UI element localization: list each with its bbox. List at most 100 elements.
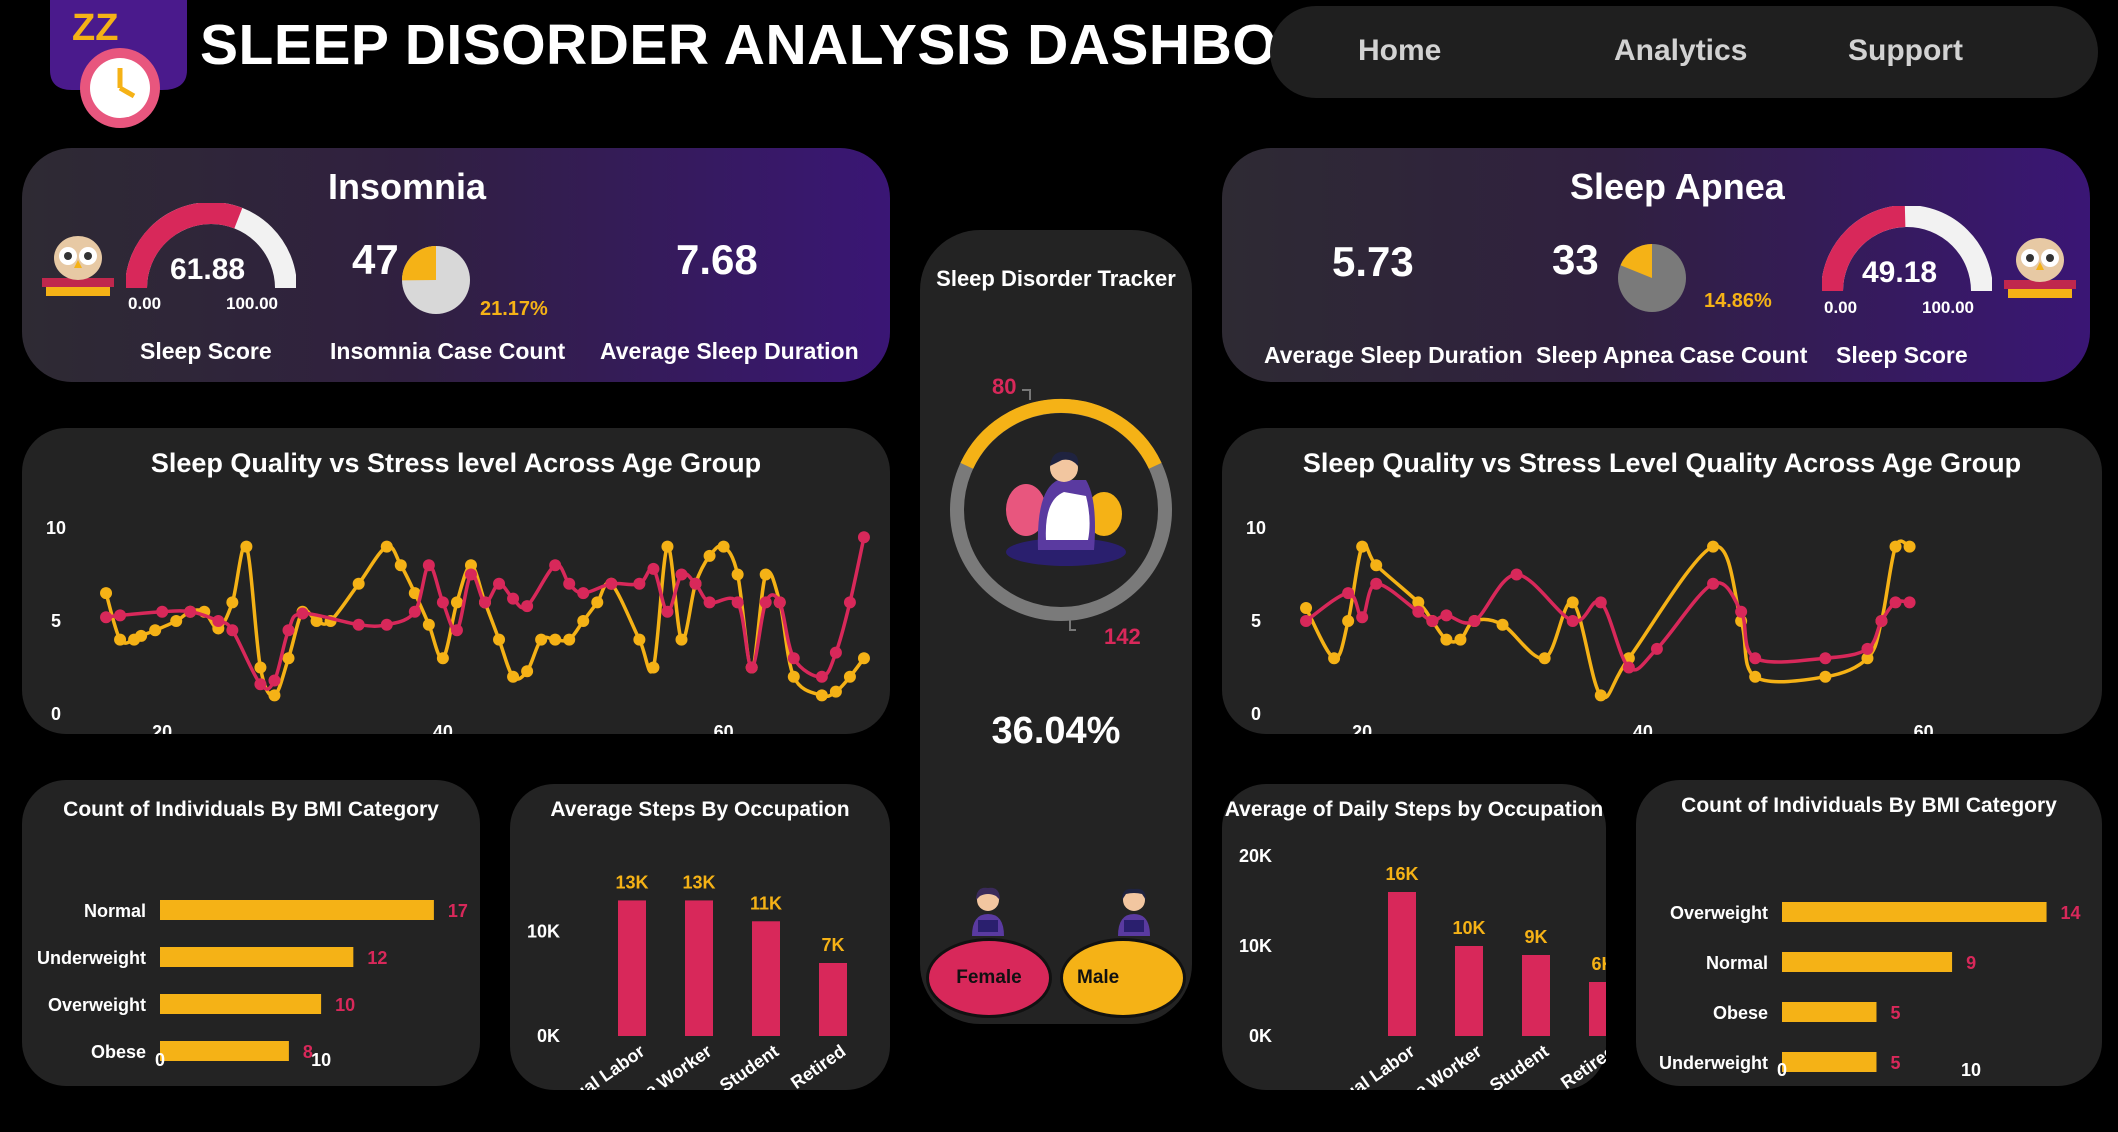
data-point [1468, 615, 1481, 627]
data-point [254, 661, 267, 674]
insomnia-case-pie [401, 246, 470, 314]
data-point [1370, 559, 1383, 572]
data-label: 16K [1385, 864, 1418, 884]
data-point [717, 540, 730, 553]
data-point [114, 633, 127, 646]
data-point [563, 633, 576, 646]
data-point [1566, 615, 1579, 627]
data-point [759, 596, 772, 609]
data-point [535, 633, 548, 646]
data-point [577, 587, 590, 600]
steps-right-title: Average of Daily Steps by Occupation [1224, 798, 1604, 821]
data-point [521, 600, 534, 613]
bar [160, 947, 354, 967]
x-tick-label: 40 [433, 722, 453, 734]
data-point [1594, 596, 1607, 609]
category-label: Student [716, 1041, 782, 1090]
data-point [633, 633, 646, 646]
category-label: Student [1486, 1041, 1552, 1090]
data-point [1707, 577, 1720, 590]
bar [1782, 952, 1953, 972]
data-point [156, 605, 169, 618]
x-tick-label: 20 [152, 722, 172, 734]
category-label: Obese [91, 1042, 146, 1062]
category-label: Normal [1706, 953, 1768, 973]
data-point [507, 670, 520, 683]
bmi-right-title: Count of Individuals By BMI Category [1681, 794, 2057, 817]
data-label: 6K [1591, 954, 1606, 974]
data-point [114, 609, 127, 622]
logo-z-text: ZZ [72, 7, 118, 49]
insomnia-card: Insomnia 61.88 0.00 100.00 Sleep Score 4… [22, 148, 890, 382]
data-point [549, 633, 562, 646]
female-filter-button[interactable]: Female [926, 938, 1052, 1018]
bar [819, 963, 847, 1036]
bmi-right-chart: Overweight 14 Normal 9 Obese 5 Underweight 5 0 10 [1659, 902, 2081, 1080]
nav-analytics[interactable]: Analytics [1614, 34, 1747, 68]
data-point [1875, 615, 1888, 627]
insomnia-case-count-label: Insomnia Case Count [330, 338, 566, 364]
data-point [436, 596, 449, 609]
x-tick-label: 0 [155, 1050, 165, 1070]
tired-person-icon [1006, 451, 1126, 566]
data-point [352, 618, 365, 631]
insomnia-sleep-score: 61.88 [170, 253, 246, 286]
data-point [829, 685, 842, 698]
data-label: 7K [821, 935, 844, 955]
data-point [422, 618, 435, 631]
nav-support[interactable]: Support [1848, 34, 1963, 68]
data-point [380, 540, 393, 553]
data-point [1566, 596, 1579, 609]
data-point [1300, 601, 1313, 614]
y-tick-label: 5 [51, 611, 61, 631]
data-point [1454, 633, 1467, 646]
apnea-gauge-min: 0.00 [1824, 298, 1858, 317]
data-point [1538, 652, 1551, 665]
data-point [1819, 652, 1832, 665]
data-label: 13K [682, 872, 715, 892]
data-point [1426, 615, 1439, 627]
steps-right-chart: 0K10K20K16KManual Labor10KOffice Worker9… [1239, 846, 1606, 1090]
data-point [549, 559, 562, 572]
y-tick-label: 0 [1251, 704, 1261, 724]
category-label: Underweight [37, 948, 146, 968]
x-tick-label: 20 [1352, 722, 1372, 734]
female-filter-label: Female [956, 967, 1022, 988]
data-point [521, 665, 534, 678]
male-filter-button[interactable]: Male [1060, 938, 1186, 1018]
apnea-case-pie [1618, 244, 1686, 312]
x-tick-label: 10 [311, 1050, 331, 1070]
data-point [1749, 670, 1762, 683]
apnea-sleep-score: 49.18 [1862, 256, 1938, 289]
apnea-avg-sleep: 5.73 [1332, 238, 1414, 285]
data-point [268, 689, 281, 702]
series-line-1 [1305, 572, 1910, 672]
y-tick-label: 0 [51, 704, 61, 724]
data-point [450, 624, 463, 637]
category-label: Overweight [48, 995, 146, 1015]
category-label: Manual Labor [1311, 1041, 1418, 1090]
bmi-chart-card-right: Count of Individuals By BMI Category Ove… [1636, 780, 2102, 1086]
category-label: Manual Labor [541, 1041, 648, 1090]
data-point [773, 596, 786, 609]
apnea-case-percent: 14.86% [1704, 290, 1772, 312]
data-label: 9K [1524, 927, 1547, 947]
line-chart-2: 0 5 10 20 40 60 [1246, 518, 1934, 734]
data-label: 12 [367, 948, 387, 968]
bar [160, 1041, 289, 1061]
data-point [436, 652, 449, 665]
data-point [605, 577, 618, 590]
data-point [1650, 642, 1663, 655]
data-point [282, 624, 295, 637]
bmi-left-chart: Normal 17Underweight 12Overweight 10Obese 80… [37, 900, 468, 1070]
male-avatar-icon [1118, 888, 1150, 936]
tracker-percent: 36.04% [991, 710, 1121, 752]
data-point [282, 652, 295, 665]
data-point [135, 629, 148, 642]
x-tick-label: 10 [1961, 1060, 1981, 1080]
data-label: 11K [750, 893, 782, 913]
data-point [149, 624, 162, 637]
data-point [1861, 642, 1874, 655]
data-point [1440, 633, 1453, 646]
nav-home[interactable]: Home [1358, 34, 1441, 68]
